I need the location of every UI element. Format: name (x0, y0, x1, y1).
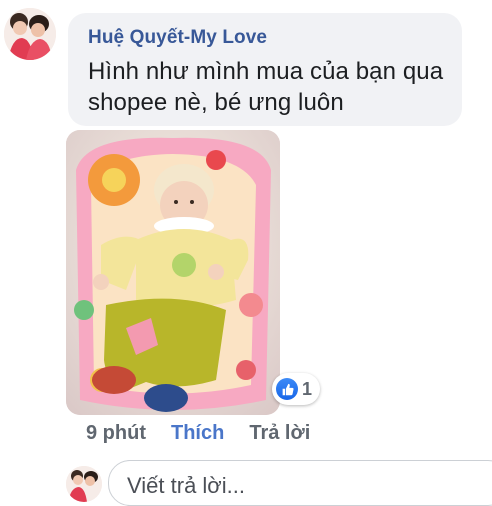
commenter-avatar[interactable] (4, 8, 56, 60)
comment-actions: 9 phút Thích Trả lời (86, 422, 310, 445)
reply-avatar (66, 466, 102, 502)
reaction-count: 1 (302, 378, 313, 399)
reaction-summary[interactable]: 1 (272, 373, 321, 405)
comment-text: Hình như mình mua của bạn qua shopee nè,… (88, 58, 444, 116)
reply-input[interactable]: Viết trả lời... (108, 460, 492, 506)
comment-photo[interactable] (66, 130, 280, 415)
reply-placeholder: Viết trả lời... (127, 473, 245, 498)
like-button[interactable]: Thích (171, 422, 224, 445)
comment-author-name[interactable]: Huệ Quyết-My Love (88, 27, 267, 49)
like-icon (276, 378, 298, 400)
comment-bubble: Huệ Quyết-My Love Hình như mình mua của … (68, 13, 462, 126)
comment-timestamp[interactable]: 9 phút (86, 422, 146, 445)
reply-button[interactable]: Trả lời (249, 422, 310, 445)
